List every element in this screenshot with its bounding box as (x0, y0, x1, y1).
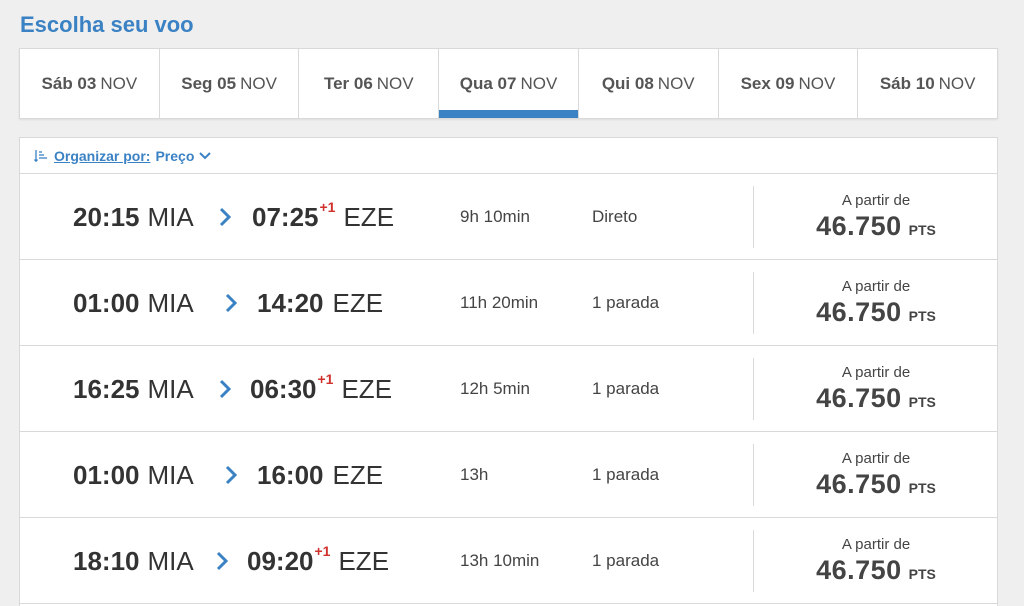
date-tab[interactable]: Sáb 03 NOV (20, 49, 160, 118)
price-unit: PTS (908, 480, 936, 496)
results-list: Organizar por: Preço 20:15 MIA 07:25 +1 EZE… (19, 137, 998, 606)
date-tab-month: NOV (520, 73, 558, 93)
price-value: 46.750 (816, 555, 902, 585)
chevron-right-icon (216, 551, 228, 571)
flight-duration: 12h 5min (460, 379, 530, 398)
flight-stops: 1 parada (592, 293, 660, 312)
date-tab-month: NOV (240, 73, 277, 93)
date-tab-day: Sáb 03 (41, 73, 97, 93)
price-box[interactable]: A partir de 46.750 PTS (754, 174, 998, 260)
date-tab-month: NOV (100, 73, 138, 93)
next-day-badge: +1 (314, 543, 331, 559)
chevron-right-icon (219, 207, 231, 227)
sort-label[interactable]: Organizar por: (54, 148, 150, 164)
arrival-airport: EZE (332, 459, 384, 490)
price-box[interactable]: A partir de 46.750 PTS (754, 432, 998, 518)
price-value: 46.750 (816, 297, 902, 327)
flight-stops: 1 parada (592, 551, 660, 570)
arrival-time: 07:25 (252, 201, 319, 232)
arrival-airport: EZE (341, 373, 393, 404)
date-tab-month: NOV (798, 73, 836, 93)
price-from-label: A partir de (841, 192, 911, 209)
price-unit: PTS (908, 394, 936, 410)
date-tab-day: Qua 07 (459, 73, 517, 93)
date-tab-day: Sáb 10 (879, 73, 935, 93)
date-tab[interactable]: Sex 09 NOV (719, 49, 859, 118)
departure-time: 01:00 (73, 287, 140, 318)
departure-airport: MIA (147, 545, 194, 576)
departure-airport: MIA (147, 287, 194, 318)
price-from-label: A partir de (841, 278, 911, 295)
date-tab[interactable]: Qui 08 NOV (579, 49, 719, 118)
arrival-airport: EZE (343, 201, 395, 232)
sort-value[interactable]: Preço (155, 148, 194, 164)
flight-stops: 1 parada (592, 465, 660, 484)
departure-airport: MIA (147, 459, 194, 490)
flight-row[interactable]: 18:10 MIA 09:20 +1 EZE 13h 10min 1 parada A… (20, 518, 997, 604)
price-box[interactable]: A partir de 46.750 PTS (754, 346, 998, 432)
chevron-right-icon (225, 293, 237, 313)
next-day-badge: +1 (317, 371, 334, 387)
flight-duration: 9h 10min (460, 207, 530, 226)
date-tab-active[interactable]: Qua 07 NOV (439, 49, 579, 118)
date-tab[interactable]: Seg 05 NOV (160, 49, 300, 118)
date-tab-day: Ter 06 (323, 73, 373, 93)
next-day-badge: +1 (319, 199, 336, 215)
departure-time: 18:10 (73, 545, 140, 576)
departure-airport: MIA (147, 373, 194, 404)
arrival-airport: EZE (332, 287, 384, 318)
flight-row[interactable]: 16:25 MIA 06:30 +1 EZE 12h 5min 1 parada A … (20, 346, 997, 432)
price-unit: PTS (908, 308, 936, 324)
arrival-time: 14:20 (257, 287, 324, 318)
price-unit: PTS (908, 222, 936, 238)
chevron-right-icon (225, 465, 237, 485)
flight-stops: Direto (592, 207, 638, 226)
arrival-time: 06:30 (250, 373, 317, 404)
price-value: 46.750 (816, 469, 902, 499)
flight-duration: 11h 20min (460, 293, 539, 312)
price-from-label: A partir de (841, 364, 911, 381)
price-unit: PTS (908, 566, 936, 582)
price-box[interactable]: A partir de 46.750 PTS (754, 518, 998, 604)
chevron-down-icon[interactable] (199, 151, 212, 160)
departure-airport: MIA (147, 201, 194, 232)
date-tab-day: Seg 05 (181, 73, 237, 93)
price-from-label: A partir de (841, 450, 911, 467)
chevron-right-icon (219, 379, 231, 399)
flight-row[interactable]: 01:00 MIA 14:20 EZE 11h 20min 1 parada A p… (20, 260, 997, 346)
date-tabs: Sáb 03 NOV Seg 05 NOV Ter 06 NOV Qua 07 NOV … (19, 48, 998, 119)
flight-duration: 13h (460, 465, 489, 484)
date-tab-month: NOV (657, 73, 695, 93)
price-box[interactable]: A partir de 46.750 PTS (754, 260, 998, 346)
sort-icon (34, 149, 50, 163)
departure-time: 01:00 (73, 459, 140, 490)
price-value: 46.750 (816, 383, 902, 413)
date-tab[interactable]: Ter 06 NOV (299, 49, 440, 118)
flight-stops: 1 parada (592, 379, 660, 398)
sort-bar[interactable]: Organizar por: Preço (20, 138, 997, 174)
date-tab-day: Qui 08 (601, 73, 654, 93)
arrival-time: 16:00 (257, 459, 324, 490)
flight-row[interactable]: 20:15 MIA 07:25 +1 EZE 9h 10min Direto A pa… (20, 174, 997, 260)
price-from-label: A partir de (841, 536, 911, 553)
date-tab-month: NOV (938, 73, 976, 93)
departure-time: 16:25 (73, 373, 140, 404)
departure-time: 20:15 (73, 201, 140, 232)
flight-duration: 13h 10min (460, 551, 540, 570)
date-tab-day: Sex 09 (740, 73, 795, 93)
date-tab-month: NOV (376, 73, 414, 93)
page-title: Escolha seu voo (20, 12, 194, 37)
price-value: 46.750 (816, 211, 902, 241)
arrival-time: 09:20 (247, 545, 314, 576)
flight-row[interactable]: 01:00 MIA 16:00 EZE 13h 1 parada A partir … (20, 432, 997, 518)
arrival-airport: EZE (338, 545, 390, 576)
date-tab[interactable]: Sáb 10 NOV (858, 49, 997, 118)
